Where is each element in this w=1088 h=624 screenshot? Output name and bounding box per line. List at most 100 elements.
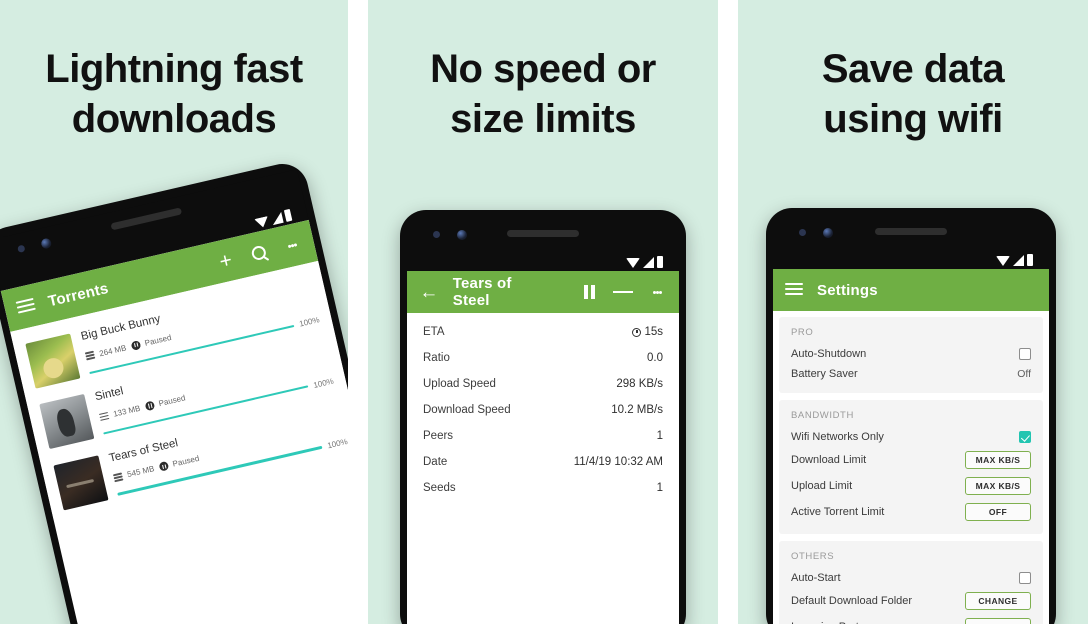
phone-mockup-tilted: Torrents + Big Buck Bunny 264 MB Paused …	[0, 158, 348, 624]
detail-value-text: 15s	[644, 326, 663, 338]
detail-key: Seeds	[423, 482, 456, 494]
app-bar-title: Torrents	[46, 279, 111, 310]
app-screen-torrents: Torrents + Big Buck Bunny 264 MB Paused …	[0, 219, 348, 624]
status-bar-icons	[996, 254, 1033, 266]
plus-icon[interactable]: +	[214, 248, 238, 273]
settings-row[interactable]: Default Download Folder CHANGE	[779, 588, 1043, 614]
hamburger-icon[interactable]	[785, 280, 803, 300]
auto-shutdown-checkbox[interactable]	[1019, 348, 1031, 360]
settings-row[interactable]: Wifi Networks Only	[779, 427, 1043, 447]
detail-key: Date	[423, 456, 448, 468]
detail-row: Date 11/4/19 10:32 AM	[407, 449, 679, 475]
status-bar-icons	[626, 256, 663, 268]
torrent-size: 545 MB	[126, 464, 156, 480]
clock-icon	[632, 327, 642, 337]
settings-section-others: OTHERS Auto-Start Default Download Folde…	[779, 541, 1043, 624]
auto-start-checkbox[interactable]	[1019, 572, 1031, 584]
torrent-thumbnail	[53, 454, 109, 511]
wifi-icon	[626, 258, 640, 268]
app-screen-torrent-detail: ← Tears of Steel ETA 15s Ratio 0.0 Uploa…	[407, 271, 679, 624]
torrent-status: Paused	[157, 393, 187, 409]
settings-row[interactable]: Auto-Start	[779, 568, 1043, 588]
progress-percent: 100%	[326, 436, 348, 451]
progress-percent: 100%	[298, 315, 321, 329]
setting-label: Auto-Start	[791, 572, 841, 584]
settings-row[interactable]: Upload Limit MAX KB/S	[779, 473, 1043, 499]
settings-row[interactable]: Download Limit MAX KB/S	[779, 447, 1043, 473]
headline-line-2: using wifi	[823, 97, 1003, 142]
sensor-icon	[17, 244, 26, 253]
earpiece-speaker	[507, 230, 579, 237]
setting-label: Battery Saver	[791, 368, 858, 380]
settings-section-bandwidth: BANDWIDTH Wifi Networks Only Download Li…	[779, 400, 1043, 534]
section-header: OTHERS	[791, 551, 835, 562]
files-icon	[98, 410, 110, 422]
search-icon[interactable]	[247, 241, 271, 265]
detail-row: Download Speed 10.2 MB/s	[407, 397, 679, 423]
sensor-icon	[433, 231, 440, 238]
paused-icon	[158, 461, 169, 473]
phone-bezel-top	[407, 219, 679, 271]
promo-panel-no-limits: No speed or size limits ← Tears of Steel	[368, 0, 718, 624]
detail-row: Upload Speed 298 KB/s	[407, 371, 679, 397]
wifi-icon	[996, 256, 1010, 266]
detail-value: 11/4/19 10:32 AM	[573, 456, 663, 468]
torrent-size: 133 MB	[112, 403, 142, 419]
incoming-port-field[interactable]: 0	[965, 618, 1031, 624]
pause-icon[interactable]	[580, 282, 600, 302]
detail-key: ETA	[423, 326, 445, 338]
files-icon	[112, 471, 124, 483]
detail-value: 15s	[632, 326, 663, 338]
settings-row[interactable]: Incoming Port 0	[779, 614, 1043, 624]
panel-divider	[718, 0, 738, 624]
signal-icon	[643, 257, 654, 268]
torrent-detail-list: ETA 15s Ratio 0.0 Upload Speed 298 KB/s	[407, 313, 679, 501]
torrent-status: Paused	[143, 332, 173, 348]
earpiece-speaker	[110, 207, 183, 231]
torrent-size: 264 MB	[98, 342, 128, 358]
settings-row[interactable]: Battery Saver Off	[779, 364, 1043, 384]
settings-row[interactable]: Active Torrent Limit OFF	[779, 499, 1043, 525]
active-torrent-limit-button[interactable]: OFF	[965, 503, 1031, 521]
change-folder-button[interactable]: CHANGE	[965, 592, 1031, 610]
paused-icon	[144, 400, 155, 412]
more-vertical-icon[interactable]	[280, 233, 304, 257]
phone-bezel-top	[773, 217, 1049, 269]
detail-value: 298 KB/s	[616, 378, 663, 390]
app-bar-spacer	[122, 266, 203, 285]
detail-row: Seeds 1	[407, 475, 679, 501]
promo-panel-downloads: Lightning fast downloads Torrents + Big …	[0, 0, 348, 624]
app-bar: Settings	[773, 269, 1049, 311]
download-limit-button[interactable]: MAX KB/S	[965, 451, 1031, 469]
wifi-only-checkbox[interactable]	[1019, 431, 1031, 443]
promo-panel-save-data: Save data using wifi Settings PRO Auto-S…	[738, 0, 1088, 624]
earpiece-speaker	[875, 228, 947, 235]
files-icon	[84, 350, 96, 362]
detail-row: Peers 1	[407, 423, 679, 449]
panel-headline: Lightning fast downloads	[0, 44, 348, 145]
more-vertical-icon[interactable]	[647, 282, 667, 302]
wifi-icon	[254, 216, 270, 229]
setting-value: Off	[1017, 368, 1031, 380]
detail-row: ETA 15s	[407, 319, 679, 345]
hamburger-icon[interactable]	[15, 295, 37, 319]
front-camera-icon	[457, 230, 467, 240]
setting-label: Download Limit	[791, 454, 867, 466]
panel-headline: No speed or size limits	[368, 44, 718, 145]
detail-value: 1	[656, 482, 663, 494]
signal-icon	[1013, 255, 1024, 266]
upload-limit-button[interactable]: MAX KB/S	[965, 477, 1031, 495]
setting-label: Default Download Folder	[791, 595, 913, 607]
torrent-thumbnail	[25, 333, 81, 389]
detail-key: Peers	[423, 430, 454, 442]
settings-row[interactable]: Auto-Shutdown	[779, 344, 1043, 364]
phone-device: Settings PRO Auto-Shutdown Battery Saver…	[766, 208, 1056, 624]
detail-value: 1	[656, 430, 663, 442]
setting-label: Active Torrent Limit	[791, 506, 885, 518]
list-icon[interactable]	[613, 282, 634, 302]
settings-list: PRO Auto-Shutdown Battery Saver Off BAND…	[773, 311, 1049, 624]
arrow-back-icon[interactable]: ←	[419, 282, 439, 302]
detail-value: 0.0	[647, 352, 663, 364]
app-bar: ← Tears of Steel	[407, 271, 679, 313]
setting-label: Wifi Networks Only	[791, 431, 884, 443]
